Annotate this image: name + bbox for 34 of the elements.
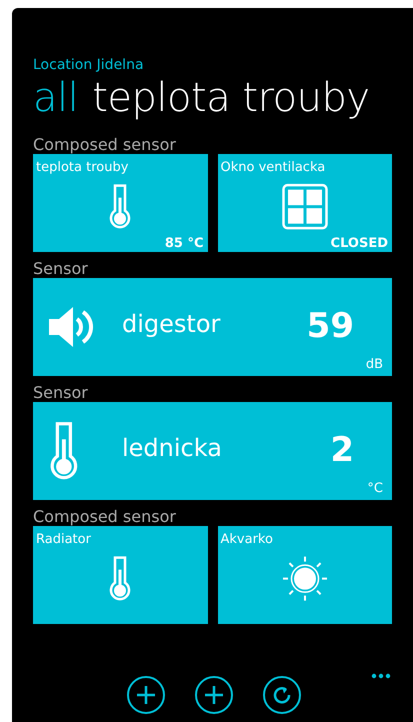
group-label: Composed sensor — [33, 507, 177, 526]
refresh-icon — [272, 685, 292, 705]
refresh-button[interactable] — [262, 676, 300, 714]
group-label: Composed sensor — [33, 135, 177, 154]
tile-title: Radiator — [36, 532, 91, 547]
window-icon — [282, 184, 328, 230]
tile-title: Akvarko — [220, 532, 273, 547]
sun-icon — [282, 556, 328, 602]
tile-value: 59 — [306, 306, 354, 346]
tile-unit: dB — [366, 357, 383, 372]
sensor-tile[interactable]: Okno ventilacka CLOSED — [218, 154, 392, 252]
pivot-tab[interactable]: teplota trouby — [92, 75, 370, 121]
sensor-tile[interactable]: digestor 59 dB — [33, 278, 392, 376]
tile-title: digestor — [122, 310, 220, 338]
sensor-tile[interactable]: lednicka 2 °C — [33, 402, 392, 500]
more-icon[interactable] — [371, 673, 391, 679]
tile-title: teplota trouby — [36, 160, 128, 175]
tile-value: CLOSED — [330, 236, 388, 251]
tile-value: 2 — [330, 430, 354, 470]
tile-value: 85 °C — [164, 236, 204, 251]
group-label: Sensor — [33, 383, 89, 402]
sensor-tile[interactable]: teplota trouby 85 °C — [33, 154, 208, 252]
sensor-tile[interactable]: Radiator — [33, 526, 208, 624]
tile-unit: °C — [367, 481, 383, 496]
group-label: Sensor — [33, 259, 89, 278]
sensor-tile[interactable]: Akvarko — [218, 526, 392, 624]
add-button[interactable] — [194, 676, 232, 714]
plus-icon — [136, 685, 156, 705]
add-button[interactable] — [126, 676, 164, 714]
location-title: Location Jidelna — [33, 57, 145, 73]
plus-icon — [204, 685, 224, 705]
tile-title: Okno ventilacka — [220, 160, 326, 175]
tile-title: lednicka — [122, 434, 222, 462]
pivot-tab[interactable]: all — [33, 75, 78, 121]
